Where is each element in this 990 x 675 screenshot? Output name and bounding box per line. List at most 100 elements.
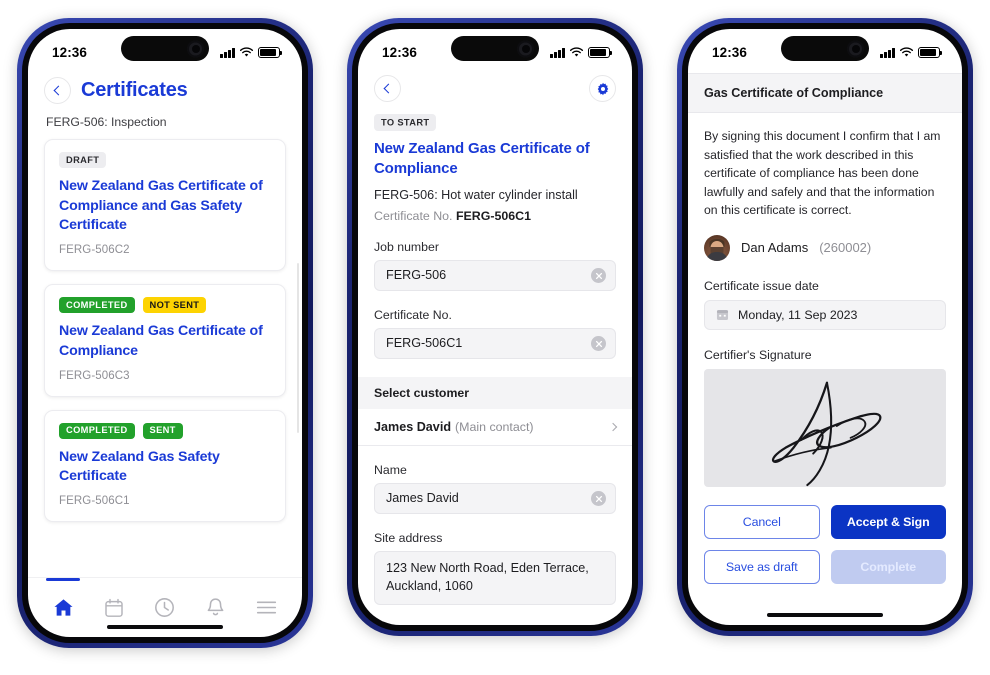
clear-circle-icon[interactable] xyxy=(591,268,606,284)
job-line: FERG-506: Hot water cylinder install xyxy=(374,188,578,203)
signature-label: Certifier's Signature xyxy=(704,347,812,362)
screen1-header: Certificates xyxy=(28,73,302,110)
status-bar: 12:36 xyxy=(358,29,632,73)
phone-certificate-form: 12:36 TO START New Zealand Gas Certifica… xyxy=(347,18,643,636)
phone-bezel: 12:36 Gas Certificate of Compliance By s… xyxy=(682,23,968,631)
phone-sign-certificate: 12:36 Gas Certificate of Compliance By s… xyxy=(677,18,973,636)
scrollbar[interactable] xyxy=(296,263,299,433)
job-number-label: Job number xyxy=(374,240,439,255)
home-indicator xyxy=(107,624,223,629)
clock-icon xyxy=(155,598,175,617)
handwritten-signature xyxy=(771,381,882,486)
badge-group: COMPLETED SENT xyxy=(59,422,271,439)
chevron-left-icon xyxy=(383,83,394,94)
back-button[interactable] xyxy=(374,75,401,102)
certificate-card-list: DRAFT New Zealand Gas Certificate of Com… xyxy=(28,139,302,523)
cellular-bars-icon xyxy=(550,47,565,58)
name-input[interactable]: James David xyxy=(374,483,616,515)
certificate-reference: FERG-506C2 xyxy=(59,244,130,257)
wifi-icon xyxy=(899,47,914,57)
gear-icon xyxy=(597,82,608,95)
screen-certificates-list: 12:36 Certificates FERG-506: Inspection … xyxy=(28,29,302,637)
calendar-icon xyxy=(105,598,123,617)
status-bar: 12:36 xyxy=(28,29,302,73)
declaration-text: By signing this document I confirm that … xyxy=(704,129,941,218)
tab-home[interactable] xyxy=(38,578,89,637)
status-badge: DRAFT xyxy=(59,152,107,169)
chevron-left-icon xyxy=(53,85,64,96)
phone-bezel: 12:36 xyxy=(22,23,308,643)
wifi-icon xyxy=(239,47,254,57)
job-number-input[interactable]: FERG-506 xyxy=(374,260,616,292)
clear-circle-icon[interactable] xyxy=(591,336,606,352)
screen1-body: Certificates FERG-506: Inspection DRAFT … xyxy=(28,73,302,637)
settings-button[interactable] xyxy=(589,75,616,102)
screen-sign-certificate: 12:36 Gas Certificate of Compliance By s… xyxy=(688,29,962,625)
battery-icon xyxy=(918,47,942,58)
status-badge: COMPLETED xyxy=(59,422,135,439)
certificate-title: New Zealand Gas Safety Certificate xyxy=(59,448,220,485)
status-time: 12:36 xyxy=(712,45,748,60)
certificate-title: New Zealand Gas Certificate of Complianc… xyxy=(59,178,263,234)
job-number-value: FERG-506 xyxy=(386,267,447,282)
cellular-bars-icon xyxy=(880,47,895,58)
home-icon xyxy=(54,599,73,616)
page-title: Certificates xyxy=(81,79,188,101)
phone-certificates-list: 12:36 Certificates FERG-506: Inspection … xyxy=(17,18,313,648)
certificate-card[interactable]: COMPLETED NOT SENT New Zealand Gas Certi… xyxy=(44,284,286,397)
status-time: 12:36 xyxy=(52,45,88,60)
status-indicators xyxy=(550,47,612,58)
calendar-icon xyxy=(716,310,729,321)
screen-certificate-form: 12:36 TO START New Zealand Gas Certifica… xyxy=(358,29,632,625)
home-indicator xyxy=(767,612,883,617)
certificate-number-value: FERG-506C1 xyxy=(455,209,532,224)
status-indicators xyxy=(220,47,282,58)
cellular-bars-icon xyxy=(220,47,235,58)
tab-menu[interactable] xyxy=(241,578,292,637)
save-as-draft-button[interactable]: Save as draft xyxy=(704,549,820,584)
status-bar: 12:36 xyxy=(688,29,962,73)
signature-pad[interactable] xyxy=(704,368,946,487)
certificate-card[interactable]: COMPLETED SENT New Zealand Gas Safety Ce… xyxy=(44,409,286,523)
clear-circle-icon[interactable] xyxy=(591,491,606,507)
site-address-label: Site address xyxy=(374,531,443,546)
customer-row[interactable]: James David (Main contact) xyxy=(358,409,632,447)
chevron-right-icon xyxy=(608,422,618,432)
screen2-header xyxy=(358,73,632,112)
certificate-reference: FERG-506C3 xyxy=(59,369,130,382)
accept-and-sign-button[interactable]: Accept & Sign xyxy=(830,504,946,539)
status-time: 12:36 xyxy=(382,45,418,60)
issue-date-label: Certificate issue date xyxy=(704,278,819,293)
certificate-no-input[interactable]: FERG-506C1 xyxy=(374,328,616,360)
select-customer-header: Select customer xyxy=(358,377,632,410)
complete-button: Complete xyxy=(830,549,946,584)
back-button[interactable] xyxy=(44,77,71,104)
certificate-title: New Zealand Gas Certificate of Complianc… xyxy=(374,140,590,178)
dynamic-island xyxy=(121,36,209,61)
status-badge: TO START xyxy=(374,113,437,131)
send-status-badge: NOT SENT xyxy=(142,297,207,314)
certificate-no-label: Certificate No. xyxy=(374,308,452,323)
send-status-badge: SENT xyxy=(142,422,183,439)
phone-bezel: 12:36 xyxy=(352,23,638,631)
sheet-title: Gas Certificate of Compliance xyxy=(688,73,962,113)
customer-role: (Main contact) xyxy=(455,420,534,435)
certificate-reference: FERG-506C1 xyxy=(59,495,130,508)
dynamic-island xyxy=(781,36,869,61)
certificate-card[interactable]: DRAFT New Zealand Gas Certificate of Com… xyxy=(44,139,286,272)
battery-icon xyxy=(588,47,612,58)
user-avatar xyxy=(704,234,730,261)
badge-group: TO START xyxy=(358,112,632,131)
screen2-body: TO START New Zealand Gas Certificate of … xyxy=(358,73,632,625)
certificate-number-label: Certificate No. xyxy=(374,209,453,224)
customer-name: James David xyxy=(374,420,452,435)
badge-group: COMPLETED NOT SENT xyxy=(59,297,271,314)
site-address-input[interactable]: 123 New North Road, Eden Terrace, Auckla… xyxy=(374,551,616,605)
name-label: Name xyxy=(374,463,407,478)
name-value: James David xyxy=(386,490,459,505)
status-badge: COMPLETED xyxy=(59,297,135,314)
badge-group: DRAFT xyxy=(59,152,271,169)
cancel-button[interactable]: Cancel xyxy=(704,504,820,539)
active-tab-indicator xyxy=(46,578,81,581)
issue-date-input[interactable]: Monday, 11 Sep 2023 xyxy=(704,299,946,330)
